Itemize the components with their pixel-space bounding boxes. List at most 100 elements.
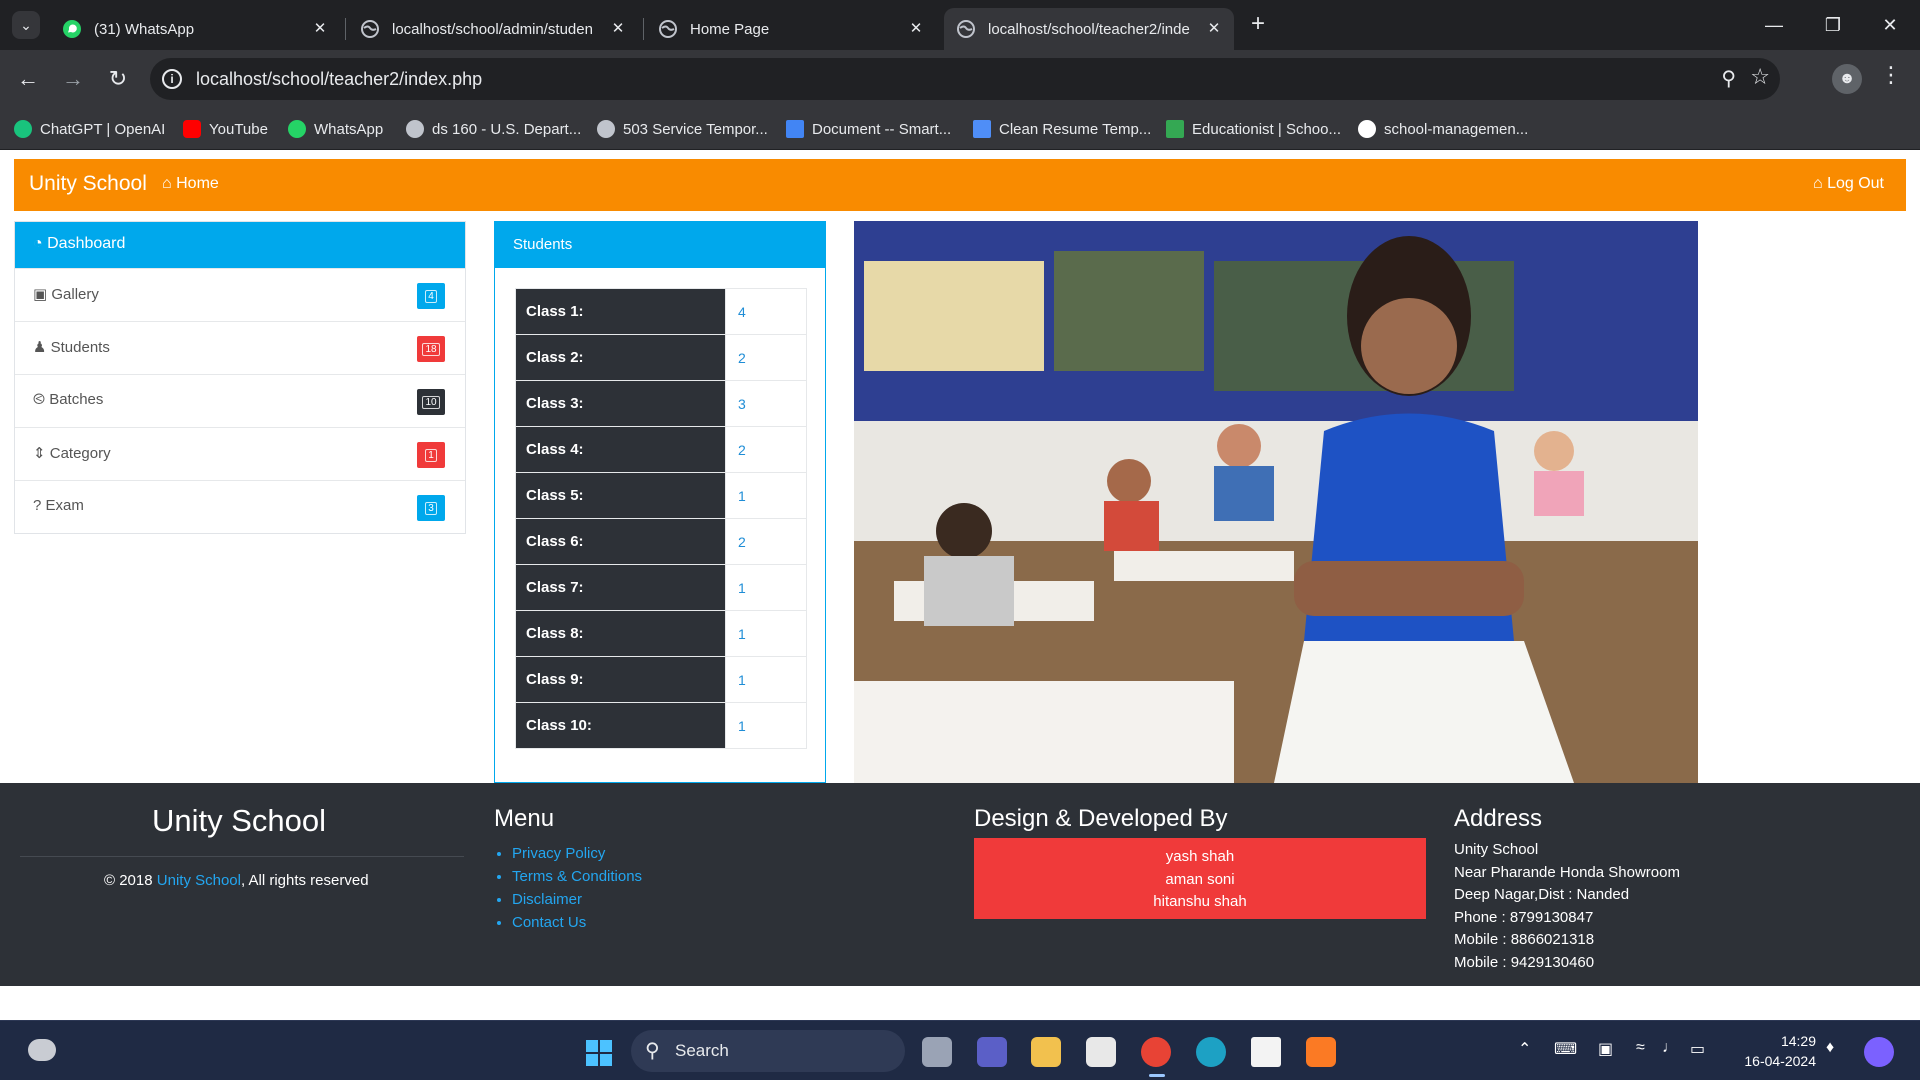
close-tab-icon[interactable]: ✕ (310, 19, 330, 39)
count-badge: 18 (417, 336, 445, 362)
badge-count: 3 (425, 501, 437, 515)
edge-icon[interactable] (1196, 1037, 1226, 1067)
back-button[interactable]: ← (13, 64, 43, 94)
sidebar-item-gallery[interactable]: ▣ Gallery 4 (15, 268, 465, 321)
forward-button[interactable]: → (58, 64, 88, 94)
tab-whatsapp[interactable]: (31) WhatsApp ✕ (50, 8, 340, 50)
footer-address-title: Address (1454, 805, 1543, 832)
table-row: Class 5: 1 (515, 472, 807, 519)
chevron-up-icon[interactable]: ⌃ (1518, 1039, 1531, 1059)
close-tab-icon[interactable]: ✕ (608, 19, 628, 39)
class-count-link[interactable]: 1 (725, 472, 807, 519)
bookmark-youtube[interactable]: YouTube (183, 118, 268, 140)
class-count-link[interactable]: 2 (725, 334, 807, 381)
terms-link[interactable]: Terms & Conditions (512, 868, 642, 885)
restore-button[interactable]: ❐ (1815, 10, 1851, 40)
tab-teacher2-index[interactable]: localhost/school/teacher2/inde ✕ (944, 8, 1234, 50)
bookmark-ds160[interactable]: ds 160 - U.S. Depart... (406, 118, 581, 140)
task-view-icon[interactable] (922, 1037, 952, 1067)
tab-admin-students[interactable]: localhost/school/admin/studen ✕ (348, 8, 638, 50)
bookmark-github[interactable]: school-managemen... (1358, 118, 1528, 140)
tab-home-page[interactable]: Home Page ✕ (646, 8, 936, 50)
site-info-icon[interactable]: i (162, 69, 182, 89)
class-count-link[interactable]: 1 (725, 656, 807, 703)
table-row: Class 7: 1 (515, 564, 807, 611)
copilot-icon[interactable] (1864, 1037, 1894, 1067)
minimize-button[interactable]: — (1756, 10, 1792, 40)
class-label: Class 10: (515, 702, 726, 749)
display-icon[interactable]: ▣ (1598, 1039, 1613, 1059)
nav-home-link[interactable]: ⌂ Home (162, 175, 219, 193)
volume-icon[interactable]: ♩ (1662, 1039, 1678, 1057)
bookmark-educationist[interactable]: Educationist | Schoo... (1166, 118, 1341, 140)
copyright-prefix: © 2018 (104, 872, 153, 889)
tab-title: localhost/school/teacher2/inde (988, 20, 1190, 38)
bookmark-503[interactable]: 503 Service Tempor... (597, 118, 768, 140)
globe-icon (597, 120, 615, 138)
count-badge: 4 (417, 283, 445, 309)
contact-us-link[interactable]: Contact Us (512, 914, 586, 931)
bookmark-document[interactable]: Document -- Smart... (786, 118, 951, 140)
file-explorer-icon[interactable] (1031, 1037, 1061, 1067)
system-clock[interactable]: 14:29 16-04-2024 (1720, 1031, 1816, 1071)
store-icon[interactable] (1086, 1037, 1116, 1067)
class-count-link[interactable]: 4 (725, 288, 807, 335)
battery-icon[interactable]: ▭ (1690, 1039, 1705, 1059)
class-count-link[interactable]: 3 (725, 380, 807, 427)
keyboard-icon[interactable]: ⌨ (1554, 1039, 1577, 1059)
windows-start-icon[interactable] (585, 1039, 613, 1067)
close-window-button[interactable]: ✕ (1872, 10, 1908, 40)
play-store-icon (1166, 120, 1184, 138)
seal-icon (406, 120, 424, 138)
sidebar-item-exam[interactable]: ? Exam 3 (15, 480, 465, 533)
weather-icon[interactable] (28, 1039, 56, 1061)
class-count-link[interactable]: 2 (725, 426, 807, 473)
notification-bell-icon[interactable]: ♦ (1826, 1039, 1834, 1057)
close-tab-icon[interactable]: ✕ (906, 19, 926, 39)
sidebar-item-batches[interactable]: ⧀ Batches 10 (15, 374, 465, 427)
bookmark-chatgpt[interactable]: ChatGPT | OpenAI (14, 118, 165, 140)
close-tab-icon[interactable]: ✕ (1204, 19, 1224, 39)
bookmark-whatsapp[interactable]: WhatsApp (288, 118, 383, 140)
footer-menu-title: Menu (494, 805, 555, 832)
chrome-icon[interactable] (1141, 1037, 1171, 1067)
students-panel-title: Students (495, 222, 825, 268)
site-brand[interactable]: Unity School (29, 172, 147, 196)
address-line: Mobile : 8866021318 (1454, 931, 1595, 948)
disclaimer-link[interactable]: Disclaimer (512, 891, 582, 908)
notepad-icon[interactable] (1251, 1037, 1281, 1067)
table-row: Class 8: 1 (515, 610, 807, 657)
copyright-link[interactable]: Unity School (157, 872, 241, 889)
logout-link[interactable]: ⌂ Log Out (1813, 175, 1884, 193)
xampp-icon[interactable] (1306, 1037, 1336, 1067)
url-text[interactable]: localhost/school/teacher2/index.php (196, 69, 482, 90)
globe-icon (659, 20, 677, 38)
tab-search-button[interactable]: ⌄ (12, 11, 40, 39)
bookmark-star-icon[interactable]: ☆ (1750, 64, 1770, 90)
bookmark-resume[interactable]: Clean Resume Temp... (973, 118, 1151, 140)
sidebar-item-dashboard[interactable]: ◔ Dashboard (15, 222, 465, 268)
class-count-link[interactable]: 1 (725, 702, 807, 749)
class-count-link[interactable]: 1 (725, 610, 807, 657)
new-tab-button[interactable]: + (1245, 12, 1271, 38)
developers-box: yash shah aman soni hitanshu shah (974, 838, 1426, 919)
taskbar-search[interactable]: ⚲ Search (631, 1030, 905, 1072)
reload-button[interactable]: ↻ (103, 64, 133, 94)
bookmark-label: ds 160 - U.S. Depart... (432, 120, 582, 138)
sidebar-item-students[interactable]: ♟ Students 18 (15, 321, 465, 374)
class-count-link[interactable]: 1 (725, 564, 807, 611)
bookmark-label: 503 Service Tempor... (623, 120, 768, 138)
teams-icon[interactable] (977, 1037, 1007, 1067)
zoom-icon[interactable]: ⚲ (1721, 66, 1736, 91)
address-bar[interactable]: i localhost/school/teacher2/index.php ⚲ … (150, 58, 1780, 100)
wifi-icon[interactable]: ≈ (1636, 1039, 1645, 1057)
profile-avatar[interactable]: ☻ (1832, 64, 1862, 94)
class-count-link[interactable]: 2 (725, 518, 807, 565)
sidebar-title: Dashboard (47, 235, 126, 252)
github-icon (1358, 120, 1376, 138)
privacy-policy-link[interactable]: Privacy Policy (512, 845, 605, 862)
address-line: Phone : 8799130847 (1454, 908, 1594, 926)
sidebar-item-category[interactable]: ⇕ Category 1 (15, 427, 465, 480)
browser-menu-icon[interactable]: ⋮ (1880, 62, 1902, 88)
question-icon: ? (33, 497, 42, 514)
